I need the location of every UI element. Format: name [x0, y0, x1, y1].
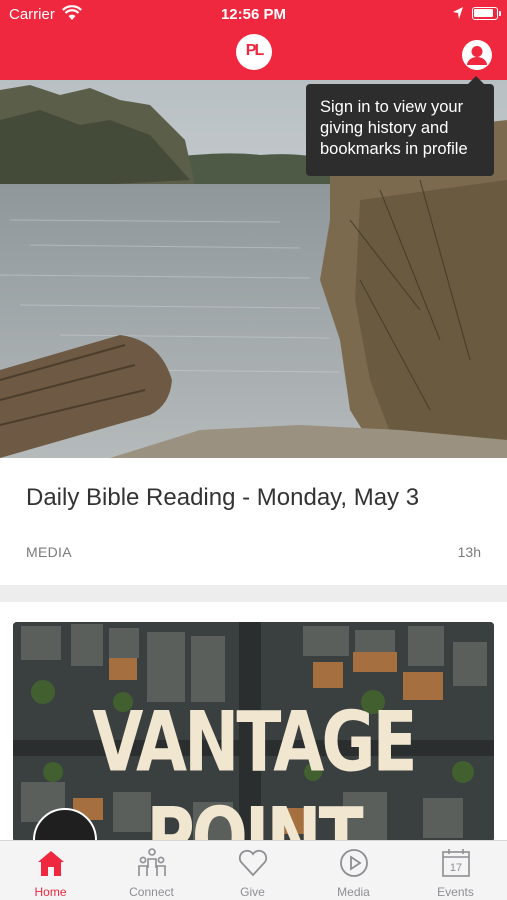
tab-label: Connect [129, 885, 174, 899]
play-icon [340, 849, 368, 877]
profile-button[interactable] [462, 40, 492, 70]
battery-icon [472, 7, 498, 20]
tab-label: Media [337, 885, 370, 899]
card-title: Daily Bible Reading - Monday, May 3 [26, 484, 420, 511]
feed-card[interactable]: VANTAGE POINT [0, 602, 507, 842]
location-arrow-icon [453, 7, 463, 19]
svg-text:17: 17 [450, 862, 462, 874]
tab-label: Events [437, 885, 474, 899]
tab-events[interactable]: 17 Events [405, 841, 506, 900]
status-bar: Carrier 12:56 PM [0, 0, 507, 28]
tab-bar: Home Connect Give Media 17 Events [0, 840, 507, 900]
tab-label: Home [34, 885, 67, 899]
battery-cap [499, 11, 501, 16]
card-timestamp: 13h [457, 544, 481, 560]
app-logo[interactable]: PL [236, 34, 272, 70]
card-category: MEDIA [26, 544, 72, 560]
tooltip-text: Sign in to view your giving history and … [320, 98, 468, 158]
logo-text: PL [245, 42, 264, 59]
tab-media[interactable]: Media [303, 841, 404, 900]
card-hero-image: VANTAGE POINT [13, 622, 494, 842]
tab-connect[interactable]: Connect [101, 841, 202, 900]
user-icon [467, 46, 487, 65]
status-time: 12:56 PM [220, 6, 287, 23]
tab-home[interactable]: Home [0, 841, 101, 900]
connect-icon [138, 848, 166, 876]
tab-give[interactable]: Give [202, 841, 303, 900]
heart-icon [238, 849, 268, 877]
calendar-icon: 17 [442, 849, 470, 877]
tab-label: Give [240, 885, 265, 899]
sign-in-tooltip[interactable]: Sign in to view your giving history and … [306, 76, 494, 176]
app-header: Carrier 12:56 PM PL [0, 0, 507, 80]
home-icon [38, 851, 64, 876]
